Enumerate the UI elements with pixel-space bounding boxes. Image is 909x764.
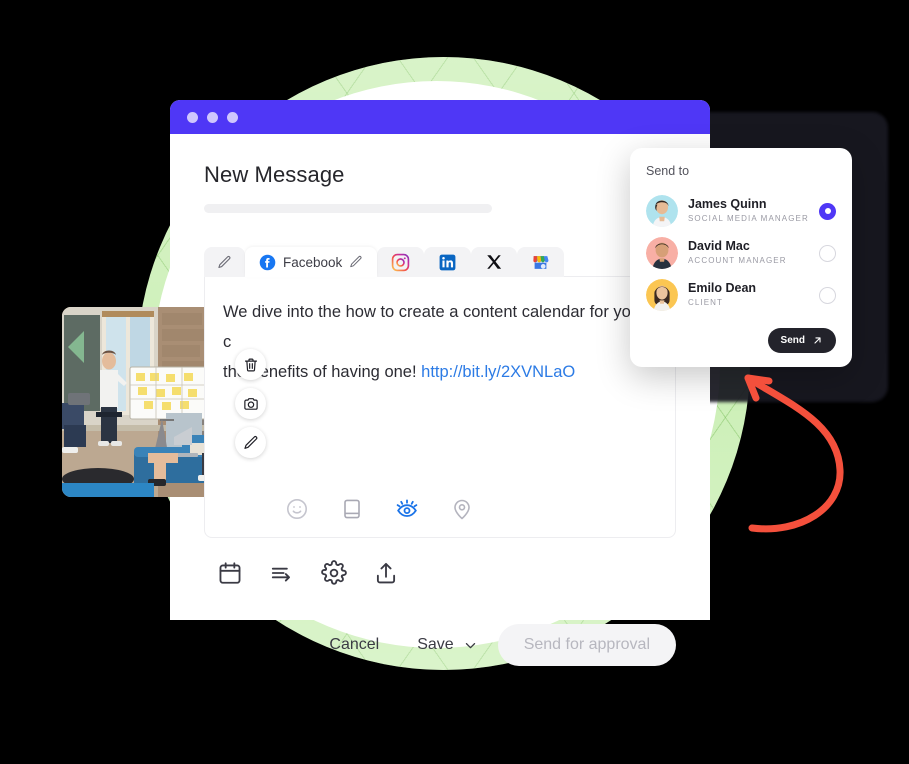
edit-attachment-button[interactable]	[235, 427, 266, 458]
calendar-icon[interactable]	[217, 560, 243, 586]
recipient-meta: David Mac ACCOUNT MANAGER	[688, 239, 809, 267]
message-link[interactable]: http://bit.ly/2XVNLaO	[421, 363, 575, 381]
replace-attachment-button[interactable]	[235, 388, 266, 419]
popover-title: Send to	[646, 164, 690, 178]
gear-icon[interactable]	[321, 560, 347, 586]
tab-facebook-label: Facebook	[283, 254, 343, 270]
location-pin-icon[interactable]	[450, 497, 474, 521]
tab-x[interactable]	[471, 247, 518, 277]
camera-icon	[243, 397, 258, 410]
window-maximize-dot[interactable]	[227, 111, 238, 123]
subject-placeholder-bar[interactable]	[204, 204, 492, 213]
tab-facebook[interactable]: Facebook	[245, 247, 378, 277]
recipient-role: CLIENT	[688, 298, 724, 307]
recipient-row[interactable]: David Mac ACCOUNT MANAGER	[646, 232, 836, 274]
recipient-radio[interactable]	[819, 244, 836, 262]
note-icon[interactable]	[340, 497, 364, 521]
arrow-up-right-icon	[814, 337, 821, 344]
message-editor[interactable]: We dive into the how to create a content…	[204, 276, 676, 538]
canvas: New Message Facebook We dive into the ho…	[0, 0, 909, 764]
cancel-button[interactable]: Cancel	[311, 626, 397, 664]
eye-icon[interactable]	[395, 497, 419, 521]
x-twitter-icon	[487, 255, 502, 269]
page-title: New Message	[204, 162, 345, 187]
composer: Facebook We dive into the how to create …	[204, 247, 676, 666]
recipient-row[interactable]: James Quinn SOCIAL MEDIA MANAGER	[646, 190, 836, 232]
recipient-meta: Emilo Dean CLIENT	[688, 281, 809, 309]
window-minimize-dot[interactable]	[207, 111, 218, 123]
avatar	[646, 279, 678, 311]
send-for-approval-button[interactable]: Send for approval	[497, 624, 676, 666]
avatar-image	[646, 195, 678, 227]
shuffle-arrow-icon[interactable]	[269, 560, 295, 586]
google-business-icon	[533, 255, 549, 269]
window-close-dot[interactable]	[187, 111, 198, 123]
send-to-popover: Send to James Quinn SOCIAL MEDIA MANAGER	[630, 148, 852, 367]
delete-attachment-button[interactable]	[235, 349, 266, 380]
message-text[interactable]: We dive into the how to create a content…	[223, 297, 657, 387]
window-titlebar	[170, 100, 710, 134]
composer-inline-tools	[285, 497, 474, 521]
composer-toolbar	[204, 538, 676, 586]
save-button[interactable]: Save	[403, 626, 491, 664]
action-bar: Cancel Save Send for approval	[204, 586, 676, 666]
recipient-role: ACCOUNT MANAGER	[688, 256, 787, 265]
recipient-name: Emilo Dean	[688, 281, 757, 295]
recipient-name: James Quinn	[688, 197, 767, 211]
send-button-label: Send	[780, 335, 805, 346]
avatar	[646, 195, 678, 227]
tab-instagram[interactable]	[377, 247, 425, 277]
recipient-role: SOCIAL MEDIA MANAGER	[688, 214, 809, 223]
attachment-actions	[235, 349, 266, 458]
pencil-icon[interactable]	[349, 255, 363, 269]
save-button-label: Save	[417, 636, 454, 653]
avatar-image	[646, 279, 678, 311]
recipient-radio[interactable]	[819, 286, 836, 304]
smiley-icon[interactable]	[285, 497, 309, 521]
upload-icon[interactable]	[373, 560, 399, 586]
instagram-icon	[392, 253, 410, 271]
pencil-icon	[218, 255, 231, 268]
tab-edit-all[interactable]	[204, 247, 245, 277]
recipient-name: David Mac	[688, 239, 750, 253]
tab-linkedin[interactable]	[424, 247, 472, 277]
avatar-image	[646, 237, 678, 269]
linkedin-icon	[439, 254, 456, 270]
chevron-down-icon	[465, 642, 475, 648]
trash-icon	[244, 358, 257, 371]
recipient-meta: James Quinn SOCIAL MEDIA MANAGER	[688, 197, 809, 225]
avatar	[646, 237, 678, 269]
recipient-row[interactable]: Emilo Dean CLIENT	[646, 274, 836, 316]
recipient-radio-selected[interactable]	[819, 202, 836, 220]
facebook-icon	[259, 254, 276, 270]
channel-tabstrip: Facebook	[204, 247, 676, 277]
tab-google-business[interactable]	[517, 247, 565, 277]
pencil-icon	[243, 435, 257, 449]
popover-footer: Send	[646, 328, 836, 353]
send-button[interactable]: Send	[767, 328, 836, 353]
message-line-1: We dive into the how to create a content…	[223, 303, 646, 351]
